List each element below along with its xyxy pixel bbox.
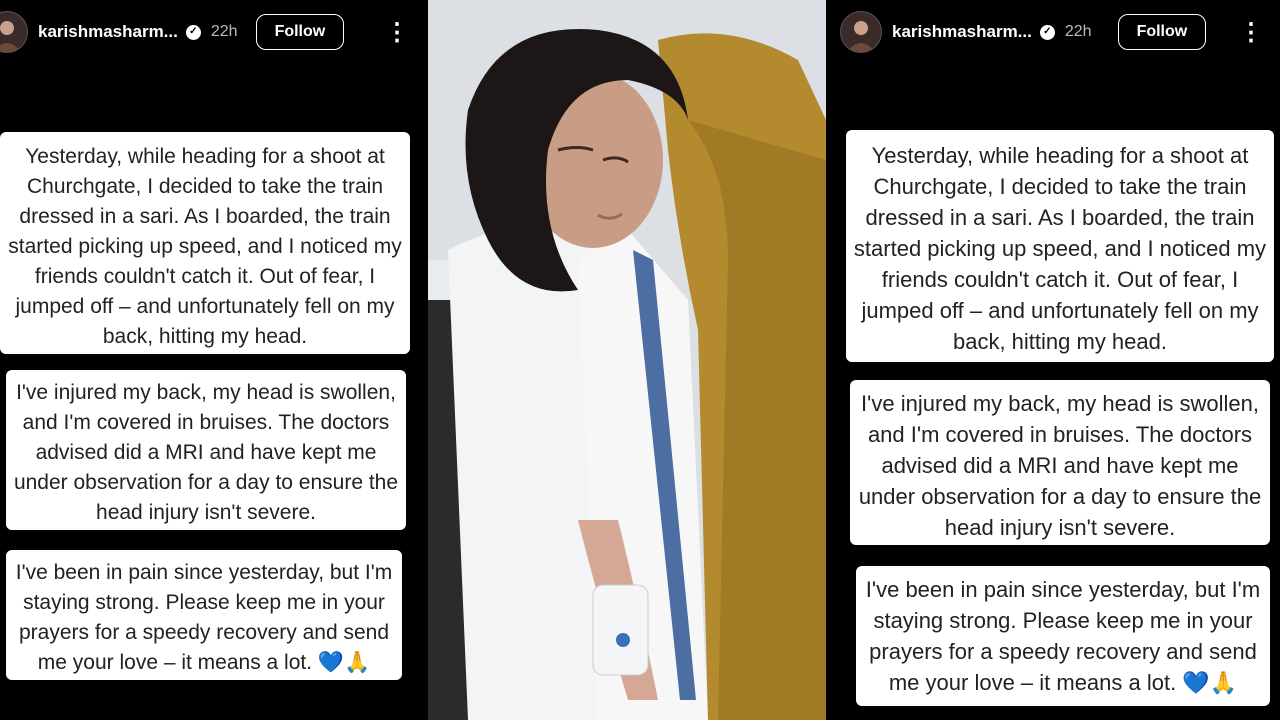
follow-button[interactable]: Follow — [255, 14, 345, 50]
story-paragraph: I've been in pain since yesterday, but I… — [865, 577, 1261, 695]
story-text-block-1: Yesterday, while heading for a shoot at … — [0, 132, 410, 354]
profile-photo-icon — [847, 21, 875, 52]
story-text-block-1: Yesterday, while heading for a shoot at … — [846, 130, 1274, 362]
more-options-icon[interactable]: ⋮ — [1239, 18, 1263, 47]
story-header: karishmasharm... ✓ 22h Follow ⋮ — [826, 0, 1280, 64]
story-text-block-3: I've been in pain since yesterday, but I… — [6, 550, 402, 680]
story-panel-left: karishmasharm... ✓ 22h Follow ⋮ Yesterda… — [0, 0, 428, 720]
username[interactable]: karishmasharm... — [38, 22, 178, 42]
hospital-photo — [428, 0, 826, 720]
post-time: 22h — [210, 23, 238, 40]
story-paragraph: I've been in pain since yesterday, but I… — [15, 561, 393, 674]
username[interactable]: karishmasharm... — [892, 22, 1032, 42]
verified-badge-icon: ✓ — [1039, 24, 1055, 40]
avatar[interactable] — [840, 11, 882, 53]
story-paragraph: Yesterday, while heading for a shoot at … — [853, 143, 1267, 354]
hospital-bed-image-icon — [428, 0, 826, 720]
follow-button[interactable]: Follow — [1117, 14, 1207, 50]
verified-badge-icon: ✓ — [185, 24, 201, 40]
story-text-block-3: I've been in pain since yesterday, but I… — [856, 566, 1270, 706]
story-paragraph: I've injured my back, my head is swollen… — [13, 381, 399, 524]
story-paragraph: I've injured my back, my head is swollen… — [858, 391, 1262, 540]
more-options-icon[interactable]: ⋮ — [385, 18, 409, 47]
avatar[interactable] — [0, 11, 28, 53]
story-text-block-2: I've injured my back, my head is swollen… — [850, 380, 1270, 545]
story-text-block-2: I've injured my back, my head is swollen… — [6, 370, 406, 530]
post-time: 22h — [1064, 23, 1092, 40]
profile-photo-icon — [0, 21, 21, 52]
story-panel-right: karishmasharm... ✓ 22h Follow ⋮ Yesterda… — [826, 0, 1280, 720]
story-header: karishmasharm... ✓ 22h Follow ⋮ — [0, 0, 428, 64]
story-paragraph: Yesterday, while heading for a shoot at … — [8, 145, 402, 348]
